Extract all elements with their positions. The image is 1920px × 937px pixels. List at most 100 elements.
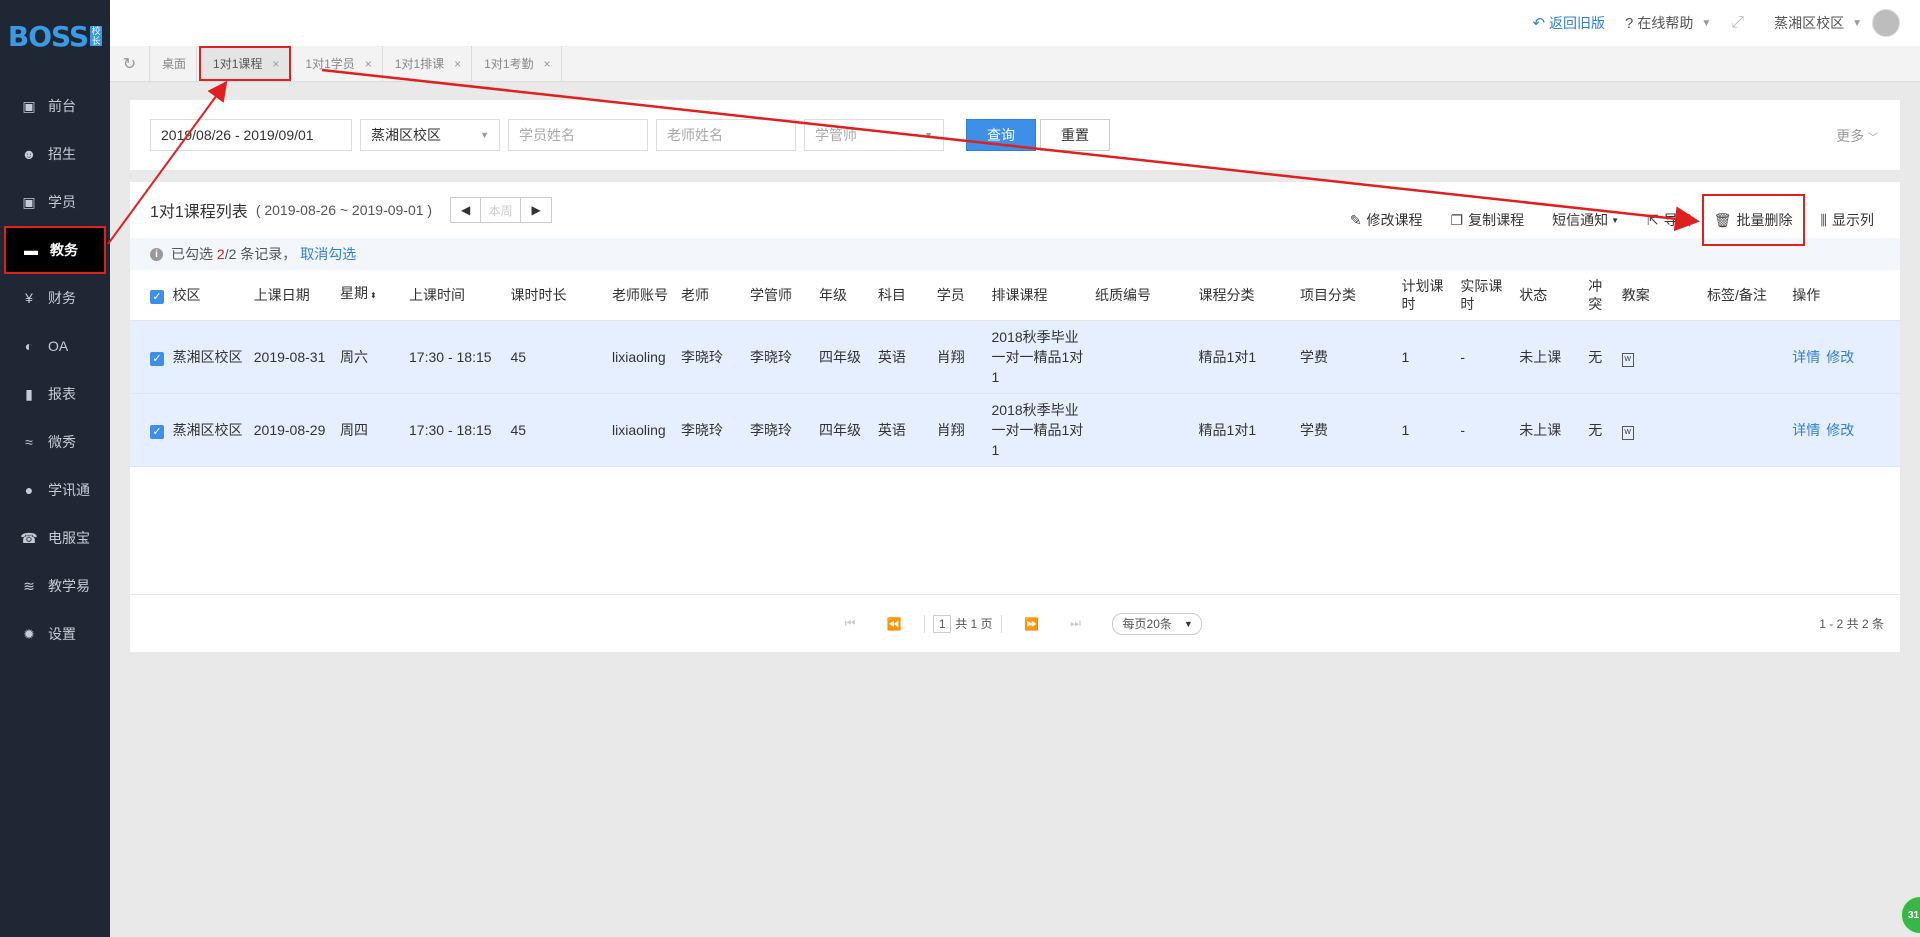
cell-plan: W bbox=[1617, 393, 1703, 467]
edit-course-button[interactable]: ✎ 修改课程 bbox=[1350, 210, 1423, 230]
sidebar-item-0[interactable]: ▣ 前台 bbox=[0, 82, 110, 130]
tab-1[interactable]: 1对1课程 × bbox=[199, 46, 292, 81]
detail-link[interactable]: 详情 bbox=[1792, 422, 1820, 438]
cell-account: lixiaoling bbox=[607, 320, 677, 394]
sidebar-item-3[interactable]: ▬ 教务 bbox=[4, 226, 106, 274]
column-header: 学管师 bbox=[745, 270, 815, 321]
detail-link[interactable]: 详情 bbox=[1792, 349, 1820, 365]
sidebar-item-9[interactable]: ☎ 电服宝 bbox=[0, 514, 110, 562]
sidebar-item-8[interactable]: ● 学讯通 bbox=[0, 466, 110, 514]
next-page-button[interactable]: ⏩ bbox=[1016, 617, 1048, 631]
cell-actual: - bbox=[1456, 320, 1516, 394]
week-navigator: ◀ 本周 ▶ bbox=[450, 197, 553, 223]
sidebar-item-10[interactable]: ≋ 教学易 bbox=[0, 562, 110, 610]
tab-4[interactable]: 1对1考勤 × bbox=[472, 46, 562, 81]
sidebar-item-1[interactable]: ☻ 招生 bbox=[0, 130, 110, 178]
page-size-select[interactable]: 每页20条 ▼ bbox=[1111, 612, 1202, 635]
column-header-label: 课程分类 bbox=[1198, 286, 1255, 303]
campus-switcher[interactable]: 蒸湘区校区 ▼ bbox=[1774, 13, 1862, 33]
sms-notify-menu[interactable]: 短信通知 ▼ bbox=[1552, 210, 1619, 230]
cell-value: 无 bbox=[1588, 421, 1603, 438]
last-page-button[interactable]: ⏭ bbox=[1060, 616, 1092, 631]
first-page-button[interactable]: ⏮ bbox=[834, 616, 866, 631]
column-header[interactable]: 星期 ⬍ bbox=[336, 270, 406, 321]
edit-link[interactable]: 修改 bbox=[1826, 422, 1854, 438]
edit-link[interactable]: 修改 bbox=[1826, 349, 1854, 365]
cell-value: 周六 bbox=[340, 348, 369, 365]
sidebar-item-2[interactable]: ▣ 学员 bbox=[0, 178, 110, 226]
cancel-selection-link[interactable]: 取消勾选 bbox=[300, 244, 356, 264]
column-header: 实际课时 bbox=[1456, 270, 1516, 321]
cell-value: 2019-08-31 bbox=[253, 348, 326, 365]
table-row[interactable]: ✓ 蒸湘区校区 2019-08-31 周六 17:30 - 18:15 45 lixiaol… bbox=[130, 320, 1900, 394]
date-range-field[interactable]: 2019/08/26 - 2019/09/01 bbox=[150, 119, 352, 151]
column-header-label: 年级 bbox=[818, 286, 847, 303]
wave-icon: ≈ bbox=[25, 434, 33, 450]
close-icon[interactable]: × bbox=[454, 57, 461, 71]
prev-page-button[interactable]: ⏪ bbox=[878, 617, 910, 631]
cell-value: 李晓玲 bbox=[749, 421, 792, 438]
sidebar-item-4[interactable]: ¥ 财务 bbox=[0, 274, 110, 322]
campus-select[interactable]: 蒸湘区校区 ▼ bbox=[360, 119, 500, 151]
refresh-button[interactable]: ↻ bbox=[110, 46, 150, 81]
show-columns-button[interactable]: ⫼ 显示列 bbox=[1821, 210, 1874, 230]
avatar[interactable] bbox=[1872, 9, 1900, 37]
query-button[interactable]: 查询 bbox=[966, 119, 1036, 151]
cell-campus: 蒸湘区校区 bbox=[168, 393, 250, 467]
manager-placeholder: 学管师 bbox=[815, 127, 857, 143]
floating-badge[interactable]: 31 bbox=[1900, 895, 1920, 935]
document-icon[interactable]: W bbox=[1621, 353, 1634, 367]
table-row[interactable]: ✓ 蒸湘区校区 2019-08-29 周四 17:30 - 18:15 45 lixiaol… bbox=[130, 393, 1900, 467]
this-week-button[interactable]: 本周 bbox=[481, 198, 522, 222]
sidebar-item-label: 教务 bbox=[50, 242, 78, 258]
row-checkbox[interactable]: ✓ bbox=[150, 425, 164, 439]
selection-prefix: 已勾选 bbox=[171, 246, 213, 262]
cell-value: 李晓玲 bbox=[680, 348, 723, 365]
page-size-value: 每页20条 bbox=[1122, 617, 1172, 631]
row-checkbox[interactable]: ✓ bbox=[150, 352, 164, 366]
cell-value: - bbox=[1460, 421, 1466, 438]
cell-value: 肖翔 bbox=[936, 421, 965, 438]
prev-week-button[interactable]: ◀ bbox=[451, 198, 482, 222]
tab-3[interactable]: 1对1排课 × bbox=[383, 46, 473, 81]
sidebar-item-11[interactable]: ✹ 设置 bbox=[0, 610, 110, 658]
sidebar-item-6[interactable]: ▮ 报表 bbox=[0, 370, 110, 418]
yen-icon: ¥ bbox=[25, 290, 33, 306]
cell-value: 四年级 bbox=[818, 421, 861, 438]
sidebar-item-7[interactable]: ≈ 微秀 bbox=[0, 418, 110, 466]
cell-value: 李晓玲 bbox=[749, 348, 792, 365]
back-old-version-link[interactable]: ↶ 返回旧版 bbox=[1532, 13, 1605, 33]
manager-select[interactable]: 学管师 ▼ bbox=[804, 119, 944, 151]
export-button[interactable]: ⇱ 导出 bbox=[1647, 210, 1692, 230]
document-icon[interactable]: W bbox=[1621, 426, 1634, 440]
close-icon[interactable]: × bbox=[272, 57, 279, 71]
tab-2[interactable]: 1对1学员 × bbox=[293, 46, 383, 81]
more-filters-toggle[interactable]: 更多 ﹀ bbox=[1836, 126, 1878, 146]
column-header: 标签/备注 bbox=[1702, 270, 1789, 321]
student-name-input[interactable]: 学员姓名 bbox=[508, 119, 648, 151]
select-all-checkbox[interactable]: ✓ bbox=[150, 290, 164, 304]
online-help-menu[interactable]: ? 在线帮助 ▼ bbox=[1625, 13, 1711, 33]
batch-delete-button[interactable]: 🗑 批量删除 bbox=[1701, 194, 1805, 246]
reset-button[interactable]: 重置 bbox=[1040, 119, 1110, 151]
sort-icon[interactable]: ⬍ bbox=[370, 291, 377, 300]
copy-icon: ❐ bbox=[1450, 211, 1464, 228]
record-count: 1 - 2 共 2 条 bbox=[1819, 617, 1884, 631]
column-header-label: 老师 bbox=[680, 286, 709, 303]
close-icon[interactable]: × bbox=[365, 57, 372, 71]
cell-value: lixiaoling bbox=[611, 348, 666, 365]
page-number-input[interactable]: 1 bbox=[933, 614, 952, 633]
next-week-button[interactable]: ▶ bbox=[521, 198, 551, 222]
toggle-icon: ◐ bbox=[24, 338, 34, 354]
student-name-placeholder: 学员姓名 bbox=[519, 127, 575, 143]
logo[interactable]: BOSS 校长 bbox=[0, 0, 110, 72]
tab-0[interactable]: 桌面 bbox=[150, 46, 198, 81]
copy-course-button[interactable]: ❐ 复制课程 bbox=[1451, 210, 1525, 230]
tab-list: 桌面 1对1课程 × 1对1学员 × 1对1排课 × 1对1考勤 × bbox=[150, 46, 562, 81]
sidebar-item-5[interactable]: ◐ OA bbox=[0, 322, 110, 370]
fullscreen-button[interactable]: ⤢ bbox=[1731, 14, 1744, 32]
book-icon: ≋ bbox=[23, 577, 35, 594]
cell-plan: W bbox=[1617, 320, 1703, 394]
teacher-name-input[interactable]: 老师姓名 bbox=[656, 119, 796, 151]
close-icon[interactable]: × bbox=[544, 57, 551, 71]
